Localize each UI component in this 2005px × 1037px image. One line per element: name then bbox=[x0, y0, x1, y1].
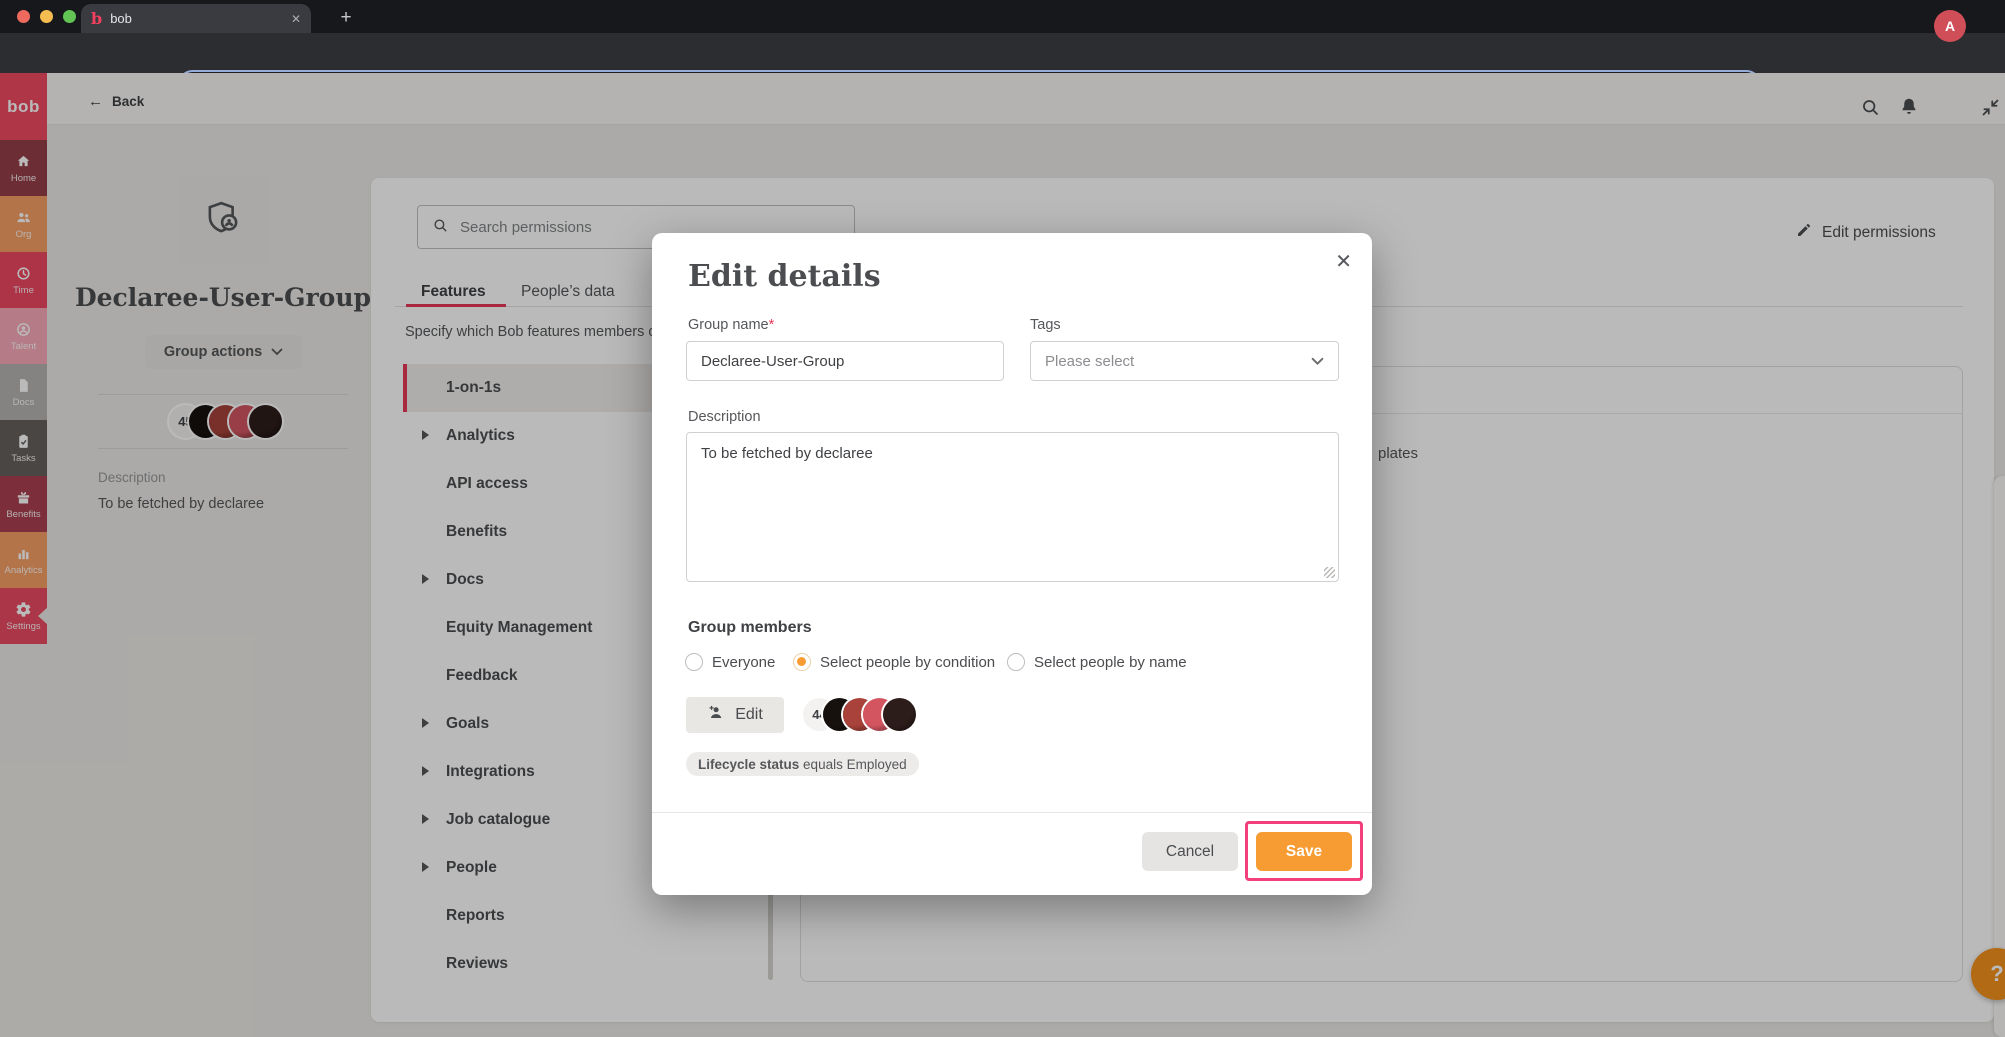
radio-dot[interactable] bbox=[793, 653, 811, 671]
cancel-button[interactable]: Cancel bbox=[1142, 832, 1238, 871]
group-name-value: Declaree-User-Group bbox=[701, 353, 844, 370]
required-mark: * bbox=[769, 317, 775, 333]
resize-grip[interactable] bbox=[1324, 567, 1335, 578]
description-value: To be fetched by declaree bbox=[701, 445, 873, 462]
radio-label: Select people by condition bbox=[820, 654, 995, 671]
tags-label: Tags bbox=[1030, 317, 1061, 333]
condition-field: Lifecycle status bbox=[698, 757, 799, 772]
new-tab-button[interactable]: + bbox=[334, 6, 358, 30]
radio-select-people-by-name[interactable]: Select people by name bbox=[1007, 653, 1187, 671]
user-avatar[interactable]: A bbox=[1934, 10, 1966, 42]
footer-divider bbox=[652, 812, 1372, 813]
close-icon[interactable]: ✕ bbox=[1335, 249, 1352, 274]
edit-details-modal: ✕ Edit details Group name* Declaree-User… bbox=[652, 233, 1372, 895]
browser-tab-bar: b bob ✕ + bbox=[0, 0, 2005, 33]
member-avatar bbox=[883, 698, 916, 731]
traffic-light-zoom[interactable] bbox=[63, 10, 76, 23]
browser-tab[interactable]: b bob ✕ bbox=[81, 4, 311, 33]
tab-close-icon[interactable]: ✕ bbox=[291, 12, 301, 26]
description-textarea[interactable]: To be fetched by declaree bbox=[686, 432, 1339, 582]
radio-label: Everyone bbox=[712, 654, 775, 671]
condition-chip: Lifecycle status equals Employed bbox=[686, 752, 919, 776]
screen: b bob ✕ + ← → ↻ ⌂ app.hibob.com/settings… bbox=[0, 0, 2005, 1037]
bob-favicon: b bbox=[91, 9, 102, 28]
edit-members-label: Edit bbox=[735, 706, 763, 724]
browser-toolbar: ← → ↻ ⌂ app.hibob.com/settings/permissio… bbox=[0, 33, 2005, 73]
annotation-highlight bbox=[1245, 821, 1363, 881]
group-name-input[interactable]: Declaree-User-Group bbox=[686, 341, 1004, 381]
radio-dot[interactable] bbox=[1007, 653, 1025, 671]
radio-select-people-by-condition[interactable]: Select people by condition bbox=[793, 653, 995, 671]
group-name-label: Group name* bbox=[688, 317, 774, 333]
person-add-icon bbox=[707, 703, 726, 727]
tags-placeholder: Please select bbox=[1045, 353, 1134, 370]
radio-everyone[interactable]: Everyone bbox=[685, 653, 775, 671]
selected-members-stack[interactable]: 44 bbox=[803, 698, 916, 731]
tab-title: bob bbox=[110, 11, 283, 26]
description-label: Description bbox=[688, 409, 761, 425]
condition-rest: equals Employed bbox=[799, 757, 906, 772]
edit-members-button[interactable]: Edit bbox=[686, 697, 784, 733]
modal-title: Edit details bbox=[688, 259, 881, 294]
radio-dot[interactable] bbox=[685, 653, 703, 671]
chevron-down-icon bbox=[1311, 353, 1324, 370]
radio-label: Select people by name bbox=[1034, 654, 1187, 671]
group-members-label: Group members bbox=[688, 619, 812, 637]
traffic-light-minimize[interactable] bbox=[40, 10, 53, 23]
tags-select[interactable]: Please select bbox=[1030, 341, 1339, 381]
traffic-light-close[interactable] bbox=[17, 10, 30, 23]
